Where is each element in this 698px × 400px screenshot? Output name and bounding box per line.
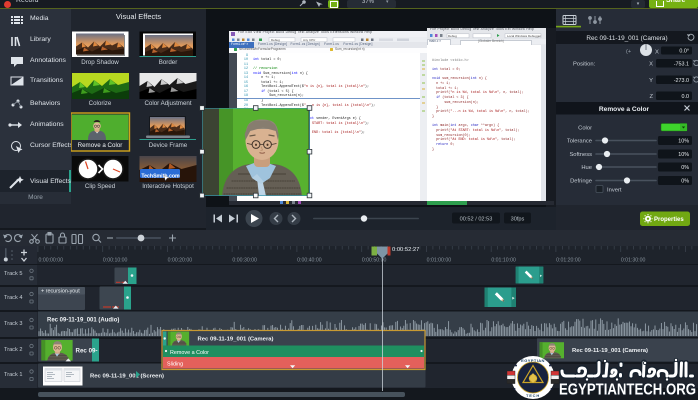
svg-text:10%: 10% [678, 152, 689, 158]
svg-text:10%: 10% [678, 139, 689, 145]
svg-text:0.0: 0.0 [682, 94, 690, 100]
svg-text:Color: Color [578, 126, 592, 132]
svg-text:TechSmith.com: TechSmith.com [141, 174, 180, 180]
svg-text:Remove a Color: Remove a Color [599, 106, 650, 113]
svg-text:Tolerance: Tolerance [567, 139, 592, 145]
svg-text:Rec 09-11-19_001 (Camera): Rec 09-11-19_001 (Camera) [586, 35, 667, 42]
svg-text:Hue: Hue [581, 165, 592, 171]
svg-text:Properties: Properties [654, 217, 684, 223]
svg-text:-273.0: -273.0 [674, 78, 689, 84]
svg-text:Remove a Color: Remove a Color [170, 350, 209, 356]
svg-text:Debug: Debug [448, 34, 457, 38]
svg-text:EGYPTIANTECH.ORG: EGYPTIANTECH.ORG [559, 382, 696, 399]
svg-text:Z: Z [649, 94, 653, 100]
svg-text:Invert: Invert [607, 188, 622, 194]
svg-text:Rec 09-11-19_001 (Screen): Rec 09-11-19_001 (Screen) [90, 374, 164, 380]
svg-text:00:52 / 02:53: 00:52 / 02:53 [460, 217, 493, 223]
svg-text:Defringe: Defringe [570, 179, 592, 185]
svg-text:-753.1: -753.1 [674, 61, 689, 67]
svg-text:Sliding: Sliding [167, 362, 183, 368]
svg-text:Rec 09-11-19_001 (Audio): Rec 09-11-19_001 (Audio) [47, 318, 119, 324]
svg-text:(+: (+ [626, 49, 631, 55]
svg-text:Y: Y [649, 78, 653, 84]
svg-text:0%: 0% [681, 165, 689, 171]
svg-text:TECH: TECH [526, 393, 540, 398]
svg-text:Rec 09-: Rec 09- [76, 348, 98, 355]
svg-text:0%: 0% [681, 179, 689, 185]
svg-text:30fps: 30fps [511, 217, 525, 223]
svg-text:X: X [649, 62, 653, 68]
svg-text:+ recursion-yout: + recursion-yout [41, 289, 80, 295]
svg-text:Softness: Softness [569, 152, 592, 158]
svg-text:X: X [655, 50, 659, 56]
svg-text:Rec 09-11-19_001 (Camera): Rec 09-11-19_001 (Camera) [198, 337, 274, 343]
svg-text:Position:: Position: [573, 62, 596, 68]
svg-text:0.0°: 0.0° [679, 49, 689, 55]
svg-text:Local Windows Debugger: Local Windows Debugger [507, 34, 541, 38]
svg-text:EGYPTIAN: EGYPTIAN [521, 358, 545, 363]
